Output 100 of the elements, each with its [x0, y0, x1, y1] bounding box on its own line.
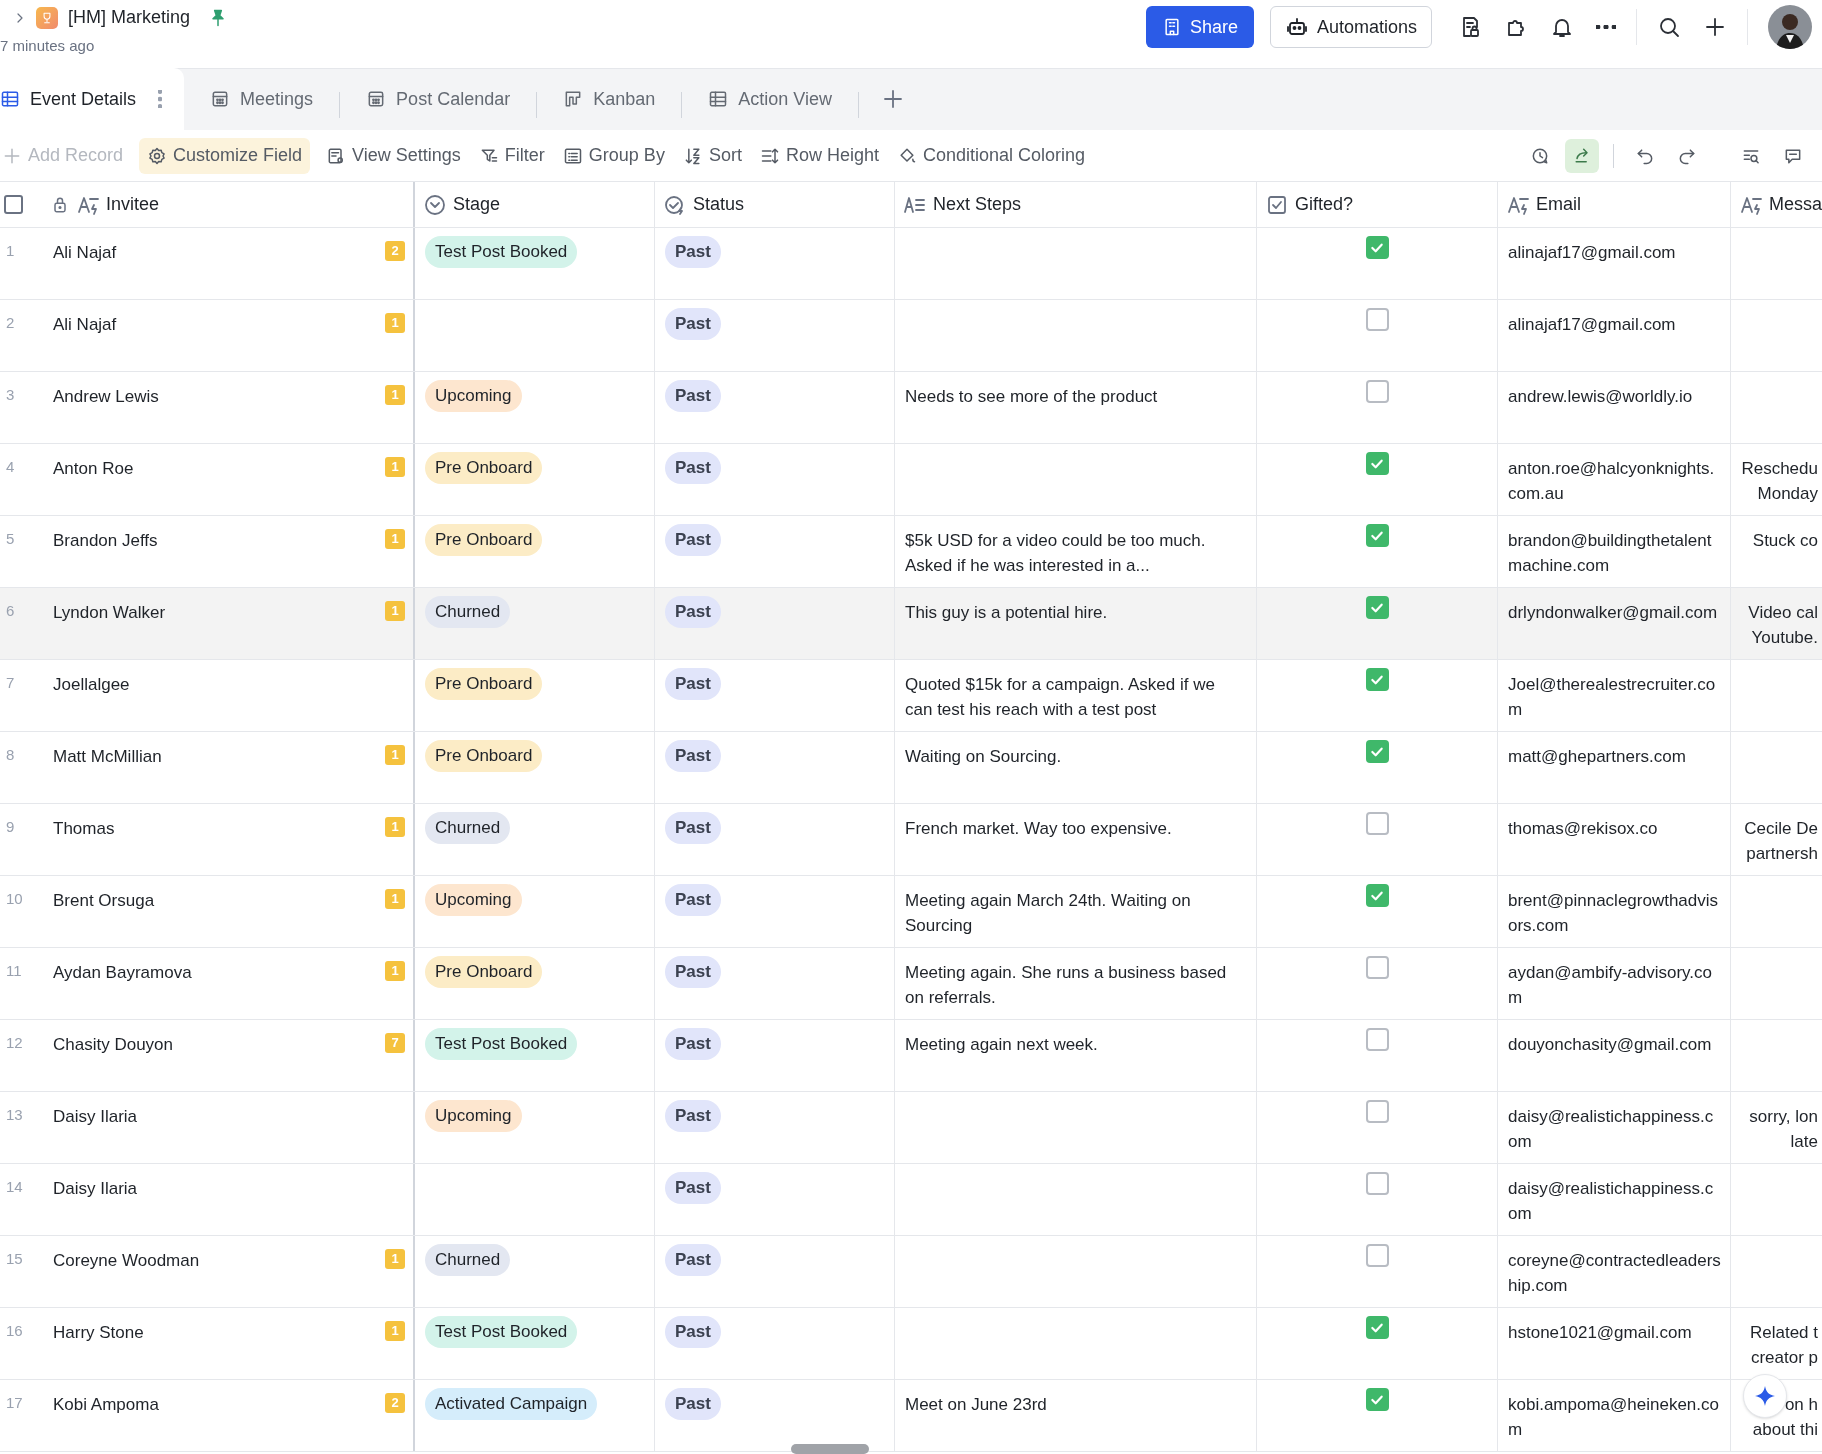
toolbar-button[interactable]: View Settings: [324, 137, 463, 174]
plus-icon: [1703, 15, 1727, 39]
gifted-checkbox[interactable]: [1365, 956, 1389, 979]
count-badge: 1: [385, 385, 405, 405]
message-text: Reschedu: [1741, 458, 1818, 480]
email-text: andrew.lewis@worldly.io: [1508, 387, 1693, 406]
status-tag: Past: [665, 668, 721, 700]
search-icon: [1657, 15, 1681, 39]
note-text: French market. Way too expensive.: [905, 819, 1172, 838]
status-tag: Past: [665, 1388, 721, 1420]
gifted-checkbox[interactable]: [1365, 1316, 1389, 1339]
email-text: coreyne@contractedleadership.com: [1508, 1251, 1721, 1295]
column-header[interactable]: Status: [693, 191, 745, 218]
row-number: 15: [6, 1250, 23, 1267]
status-tag: Past: [665, 812, 721, 844]
gifted-checkbox[interactable]: [1365, 884, 1389, 907]
stage-tag: Test Post Booked: [425, 236, 578, 268]
gifted-checkbox[interactable]: [1365, 668, 1389, 691]
status-tag: Past: [665, 956, 721, 988]
toolbar-button[interactable]: Group By: [560, 137, 667, 174]
toolbar-button[interactable]: Filter: [476, 137, 547, 174]
view-tab[interactable]: Kanban: [537, 68, 682, 130]
invitee-name: Thomas: [53, 818, 115, 840]
invitee-name: Brent Orsuga: [53, 890, 155, 912]
table-row[interactable]: 5 Brandon Jeffs 1 Pre Onboard Past $5k USD for a video could be too much. Asked if he was interested in a... brandon@buildingthetalentmachine.com Stuck co: [0, 516, 1822, 588]
table-row[interactable]: 17 Kobi Ampoma 2 Activated Campaign Past Meet on June 23rd kobi.ampoma@heineken.com on h about thi: [0, 1380, 1822, 1452]
table-row[interactable]: 13 Daisy Ilaria Upcoming Past daisy@realistichappiness.com sorry, lon late: [0, 1092, 1822, 1164]
gifted-checkbox[interactable]: [1365, 596, 1389, 619]
table-row[interactable]: 3 Andrew Lewis 1 Upcoming Past Needs to see more of the product andrew.lewis@worldly.io: [0, 372, 1822, 444]
table-row[interactable]: 4 Anton Roe 1 Pre Onboard Past anton.roe@halcyonknights.com.au Reschedu Monday: [0, 444, 1822, 516]
gifted-checkbox[interactable]: [1365, 740, 1389, 763]
table-icon: [708, 89, 729, 109]
table-row[interactable]: 1 Ali Najaf 2 Test Post Booked Past alinajaf17@gmail.com: [0, 228, 1822, 300]
toolbar-button[interactable]: Customize Field: [139, 137, 311, 174]
share-button[interactable]: Share: [1145, 6, 1254, 48]
stage-tag: Upcoming: [425, 380, 522, 412]
view-tab[interactable]: Post Calendar: [340, 68, 537, 130]
invitee-name: Ali Najaf: [53, 314, 117, 336]
user-avatar[interactable]: [1768, 5, 1812, 49]
status-tag: Past: [665, 1172, 721, 1204]
column-header[interactable]: Next Steps: [933, 191, 1022, 218]
view-tab[interactable]: Meetings: [184, 68, 340, 130]
stage-tag: Upcoming: [425, 884, 522, 916]
toolbar-button[interactable]: Row Height: [757, 137, 881, 174]
document-title: [HM] Marketing: [68, 6, 191, 29]
table-row[interactable]: 6 Lyndon Walker 1 Churned Past This guy is a potential hire. drlyndonwalker@gmail.com Video cal Youtube.: [0, 588, 1822, 660]
stage-tag: Churned: [425, 1244, 511, 1276]
note-text: Meeting again March 24th. Waiting on Sourcing: [905, 891, 1191, 935]
status-tag: Past: [665, 524, 721, 556]
gifted-checkbox[interactable]: [1365, 1028, 1389, 1051]
column-header[interactable]: Email: [1536, 191, 1581, 218]
gifted-checkbox[interactable]: [1365, 452, 1389, 475]
stage-tag: Test Post Booked: [425, 1028, 578, 1060]
status-tag: Past: [665, 596, 721, 628]
count-badge: 1: [385, 745, 405, 765]
invitee-name: Daisy Ilaria: [53, 1178, 138, 1200]
automations-button[interactable]: Automations: [1269, 6, 1432, 48]
toolbar-button[interactable]: Conditional Coloring: [894, 137, 1088, 174]
table-row[interactable]: 2 Ali Najaf 1 Past alinajaf17@gmail.com: [0, 300, 1822, 372]
gifted-checkbox[interactable]: [1365, 1388, 1389, 1411]
row-number: 1: [6, 242, 15, 259]
message-text: creator p: [1750, 1347, 1818, 1369]
table-row[interactable]: 16 Harry Stone 1 Test Post Booked Past hstone1021@gmail.com Related t creator p: [0, 1308, 1822, 1380]
view-tab[interactable]: Event Details: [0, 68, 185, 130]
email-text: brent@pinnaclegrowthadvisors.com: [1508, 891, 1719, 935]
stage-tag: Pre Onboard: [425, 524, 543, 556]
gifted-checkbox[interactable]: [1365, 236, 1389, 259]
table-row[interactable]: 15 Coreyne Woodman 1 Churned Past coreyne@contractedleadership.com: [0, 1236, 1822, 1308]
toolbar-button[interactable]: Sort: [680, 137, 744, 174]
share-arrow-button[interactable]: [1565, 138, 1599, 173]
email-text: aydan@ambify-advisory.com: [1508, 963, 1713, 1007]
row-number: 5: [6, 530, 15, 547]
select-all-checkbox[interactable]: [4, 195, 23, 214]
invitee-name: Harry Stone: [53, 1322, 144, 1344]
row-number: 7: [6, 674, 15, 691]
count-badge: 1: [385, 889, 405, 909]
table-row[interactable]: 14 Daisy Ilaria Past daisy@realistichappiness.com: [0, 1164, 1822, 1236]
gifted-checkbox[interactable]: [1365, 1100, 1389, 1123]
note-text: Waiting on Sourcing.: [905, 747, 1062, 766]
gifted-checkbox[interactable]: [1365, 380, 1389, 403]
more-vertical-icon: [158, 90, 163, 108]
gifted-checkbox[interactable]: [1365, 524, 1389, 547]
table-row[interactable]: 12 Chasity Douyon 7 Test Post Booked Past Meeting again next week. douyonchasity@gmail.com: [0, 1020, 1822, 1092]
column-header[interactable]: Gifted?: [1295, 191, 1354, 218]
table-row[interactable]: 7 Joellalgee Pre Onboard Past Quoted $15k for a campaign. Asked if we can test his reach with a test post Joel@therealestrecruiter.com: [0, 660, 1822, 732]
invitee-name: Brandon Jeffs: [53, 530, 158, 552]
email-text: douyonchasity@gmail.com: [1508, 1035, 1712, 1054]
gifted-checkbox[interactable]: [1365, 1172, 1389, 1195]
gifted-checkbox[interactable]: [1365, 812, 1389, 835]
column-header[interactable]: Messa: [1769, 191, 1822, 218]
view-tab[interactable]: Action View: [682, 68, 858, 130]
table-row[interactable]: 8 Matt McMillian 1 Pre Onboard Past Waiting on Sourcing. matt@ghepartners.com: [0, 732, 1822, 804]
gifted-checkbox[interactable]: [1365, 1244, 1389, 1267]
scrollbar-thumb[interactable]: [791, 1444, 869, 1454]
table-row[interactable]: 11 Aydan Bayramova 1 Pre Onboard Past Meeting again. She runs a business based on referrals. aydan@ambify-advisory.com: [0, 948, 1822, 1020]
column-header[interactable]: Invitee: [106, 191, 160, 218]
column-header[interactable]: Stage: [453, 191, 501, 218]
gifted-checkbox[interactable]: [1365, 308, 1389, 331]
table-row[interactable]: 10 Brent Orsuga 1 Upcoming Past Meeting again March 24th. Waiting on Sourcing brent@pinnaclegrowthadvisors.com: [0, 876, 1822, 948]
table-row[interactable]: 9 Thomas 1 Churned Past French market. Way too expensive. thomas@rekisox.co Cecile De partnersh: [0, 804, 1822, 876]
